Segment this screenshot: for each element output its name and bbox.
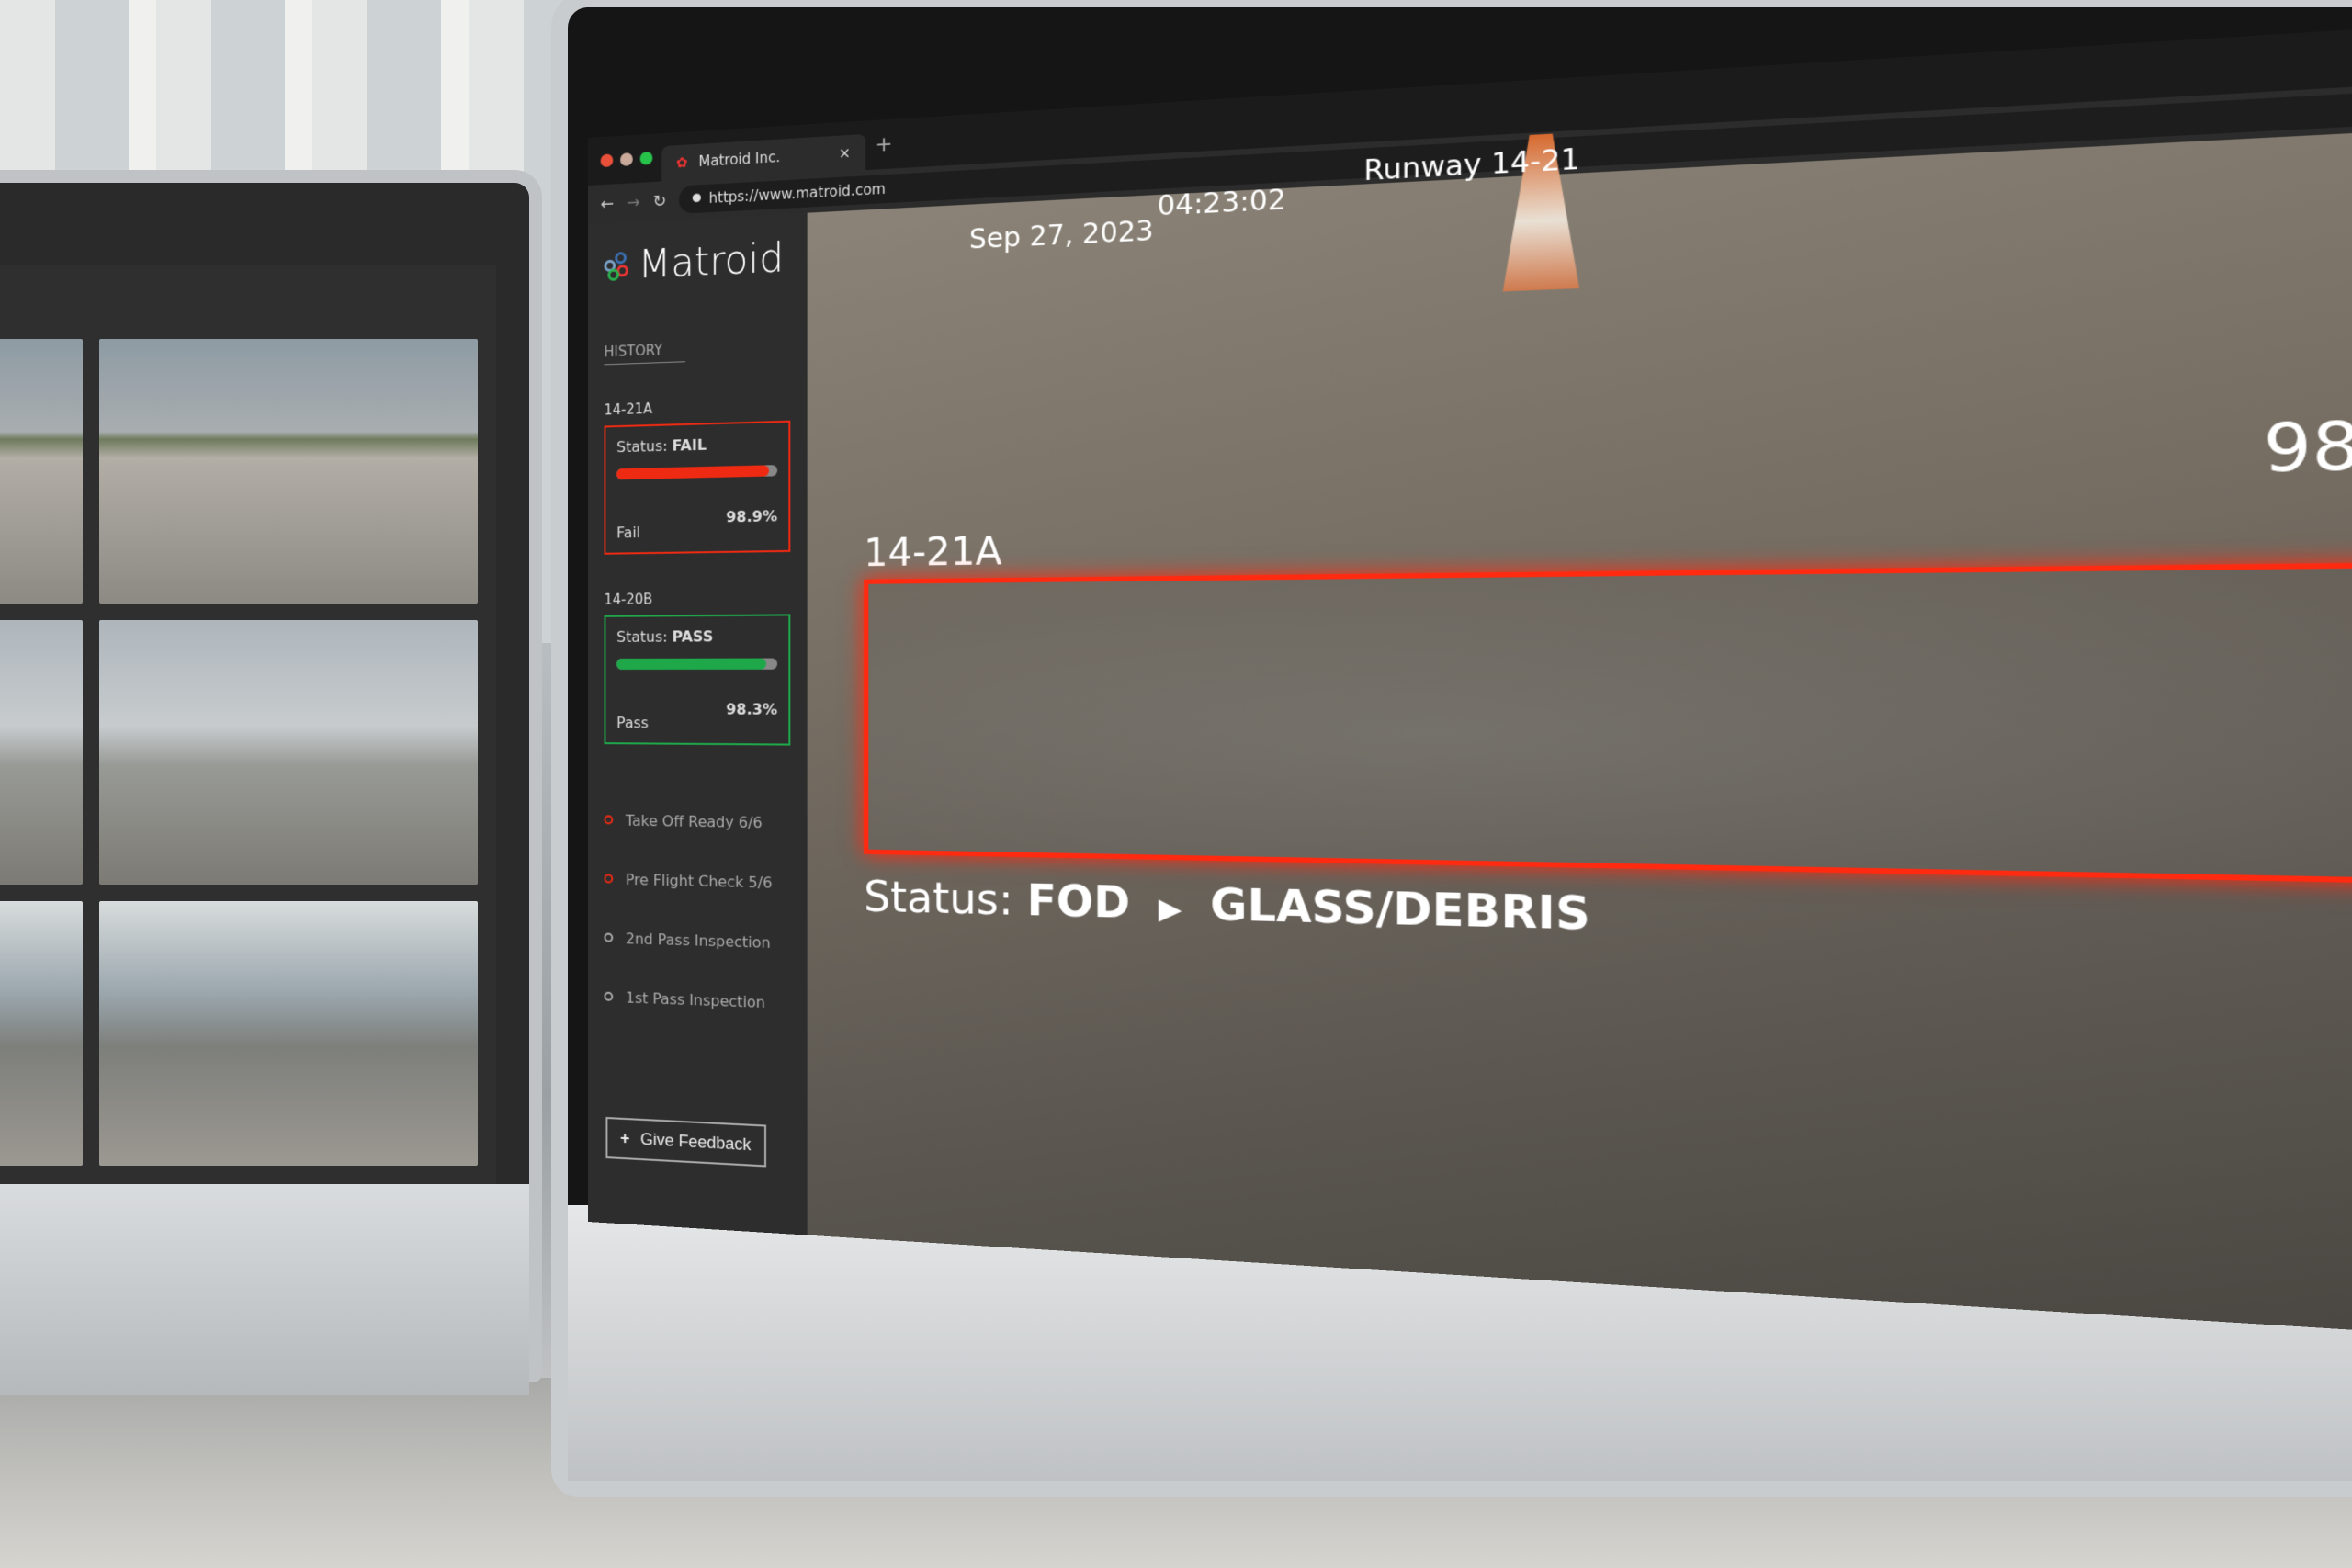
timeline-step[interactable]: Take Off Ready 6/6 — [604, 790, 790, 852]
card-result: Pass — [616, 714, 649, 732]
detection-label: 14-21A — [864, 529, 1002, 576]
camera-tile[interactable] — [99, 339, 478, 604]
feed-date: Sep 27, 2023 — [968, 214, 1154, 255]
close-window-button[interactable] — [600, 153, 614, 168]
detection-status: Status: FOD ▶ GLASS/DEBRIS — [864, 873, 1590, 941]
camera-tile[interactable] — [0, 620, 83, 885]
card-score: 98.9% — [726, 507, 778, 526]
forward-icon[interactable]: → — [627, 192, 640, 212]
give-feedback-button[interactable]: + Give Feedback — [605, 1116, 766, 1168]
step-circle-icon — [604, 991, 614, 1001]
favicon-icon: ✿ — [676, 153, 688, 172]
card-status: Status: FAIL — [616, 435, 707, 457]
camera-tile[interactable] — [0, 901, 83, 1166]
left-monitor — [0, 170, 542, 1395]
score-bar — [616, 465, 778, 480]
camera-grid — [0, 265, 496, 1184]
tab-title: Matroid Inc. — [698, 148, 781, 171]
history-card-pass[interactable]: Status: PASS 98.3% Pass — [604, 614, 791, 746]
matroid-logo: Matroid — [604, 234, 790, 288]
url-text: https://www.matroid.com — [708, 180, 886, 208]
timeline-step[interactable]: 2nd Pass Inspection — [604, 908, 790, 973]
card-result: Fail — [616, 523, 641, 542]
sidebar: Matroid HISTORY 14-21A Status: FAIL 98.9… — [588, 212, 808, 1235]
play-arrow-icon: ▶ — [1158, 891, 1182, 927]
camera-tile[interactable] — [99, 620, 478, 885]
camera-feed: Sep 27, 2023 04:23:02 Runway 14-21 98.9%… — [807, 128, 2352, 1337]
score-bar — [616, 658, 778, 670]
feed-time: 04:23:02 — [1157, 183, 1286, 222]
detection-score: 98.9% — [2263, 404, 2352, 488]
step-circle-icon — [604, 874, 614, 884]
step-circle-icon — [604, 815, 614, 825]
step-circle-icon — [604, 932, 614, 942]
history-card-fail[interactable]: Status: FAIL 98.9% Fail — [604, 420, 791, 555]
browser-window: ✿ Matroid Inc. × + ← → ↻ ● https://www.m… — [588, 23, 2352, 1337]
matroid-logo-icon — [604, 251, 630, 281]
logo-text: Matroid — [638, 234, 785, 288]
reload-icon[interactable]: ↻ — [653, 191, 667, 211]
monitor-chin — [0, 1184, 529, 1395]
timeline-step[interactable]: 1st Pass Inspection — [604, 967, 790, 1033]
timeline-step[interactable]: Pre Flight Check 5/6 — [604, 849, 790, 912]
plus-icon: + — [620, 1128, 630, 1148]
detection-bounding-box[interactable] — [864, 562, 2352, 885]
lock-icon: ● — [692, 190, 702, 204]
history-card-id: 14-21A — [604, 400, 653, 419]
history-heading: HISTORY — [604, 340, 685, 366]
history-card-id: 14-20B — [604, 591, 653, 608]
new-tab-button[interactable]: + — [876, 132, 893, 157]
card-score: 98.3% — [726, 700, 778, 718]
back-icon[interactable]: ← — [601, 194, 615, 214]
camera-tile[interactable] — [99, 901, 478, 1166]
tab-close-icon[interactable]: × — [839, 144, 851, 162]
maximize-window-button[interactable] — [639, 151, 653, 165]
camera-tile[interactable] — [0, 339, 83, 604]
card-status: Status: PASS — [616, 627, 714, 646]
inspection-timeline: Take Off Ready 6/6 Pre Flight Check 5/6 … — [604, 790, 790, 1032]
minimize-window-button[interactable] — [620, 152, 633, 166]
